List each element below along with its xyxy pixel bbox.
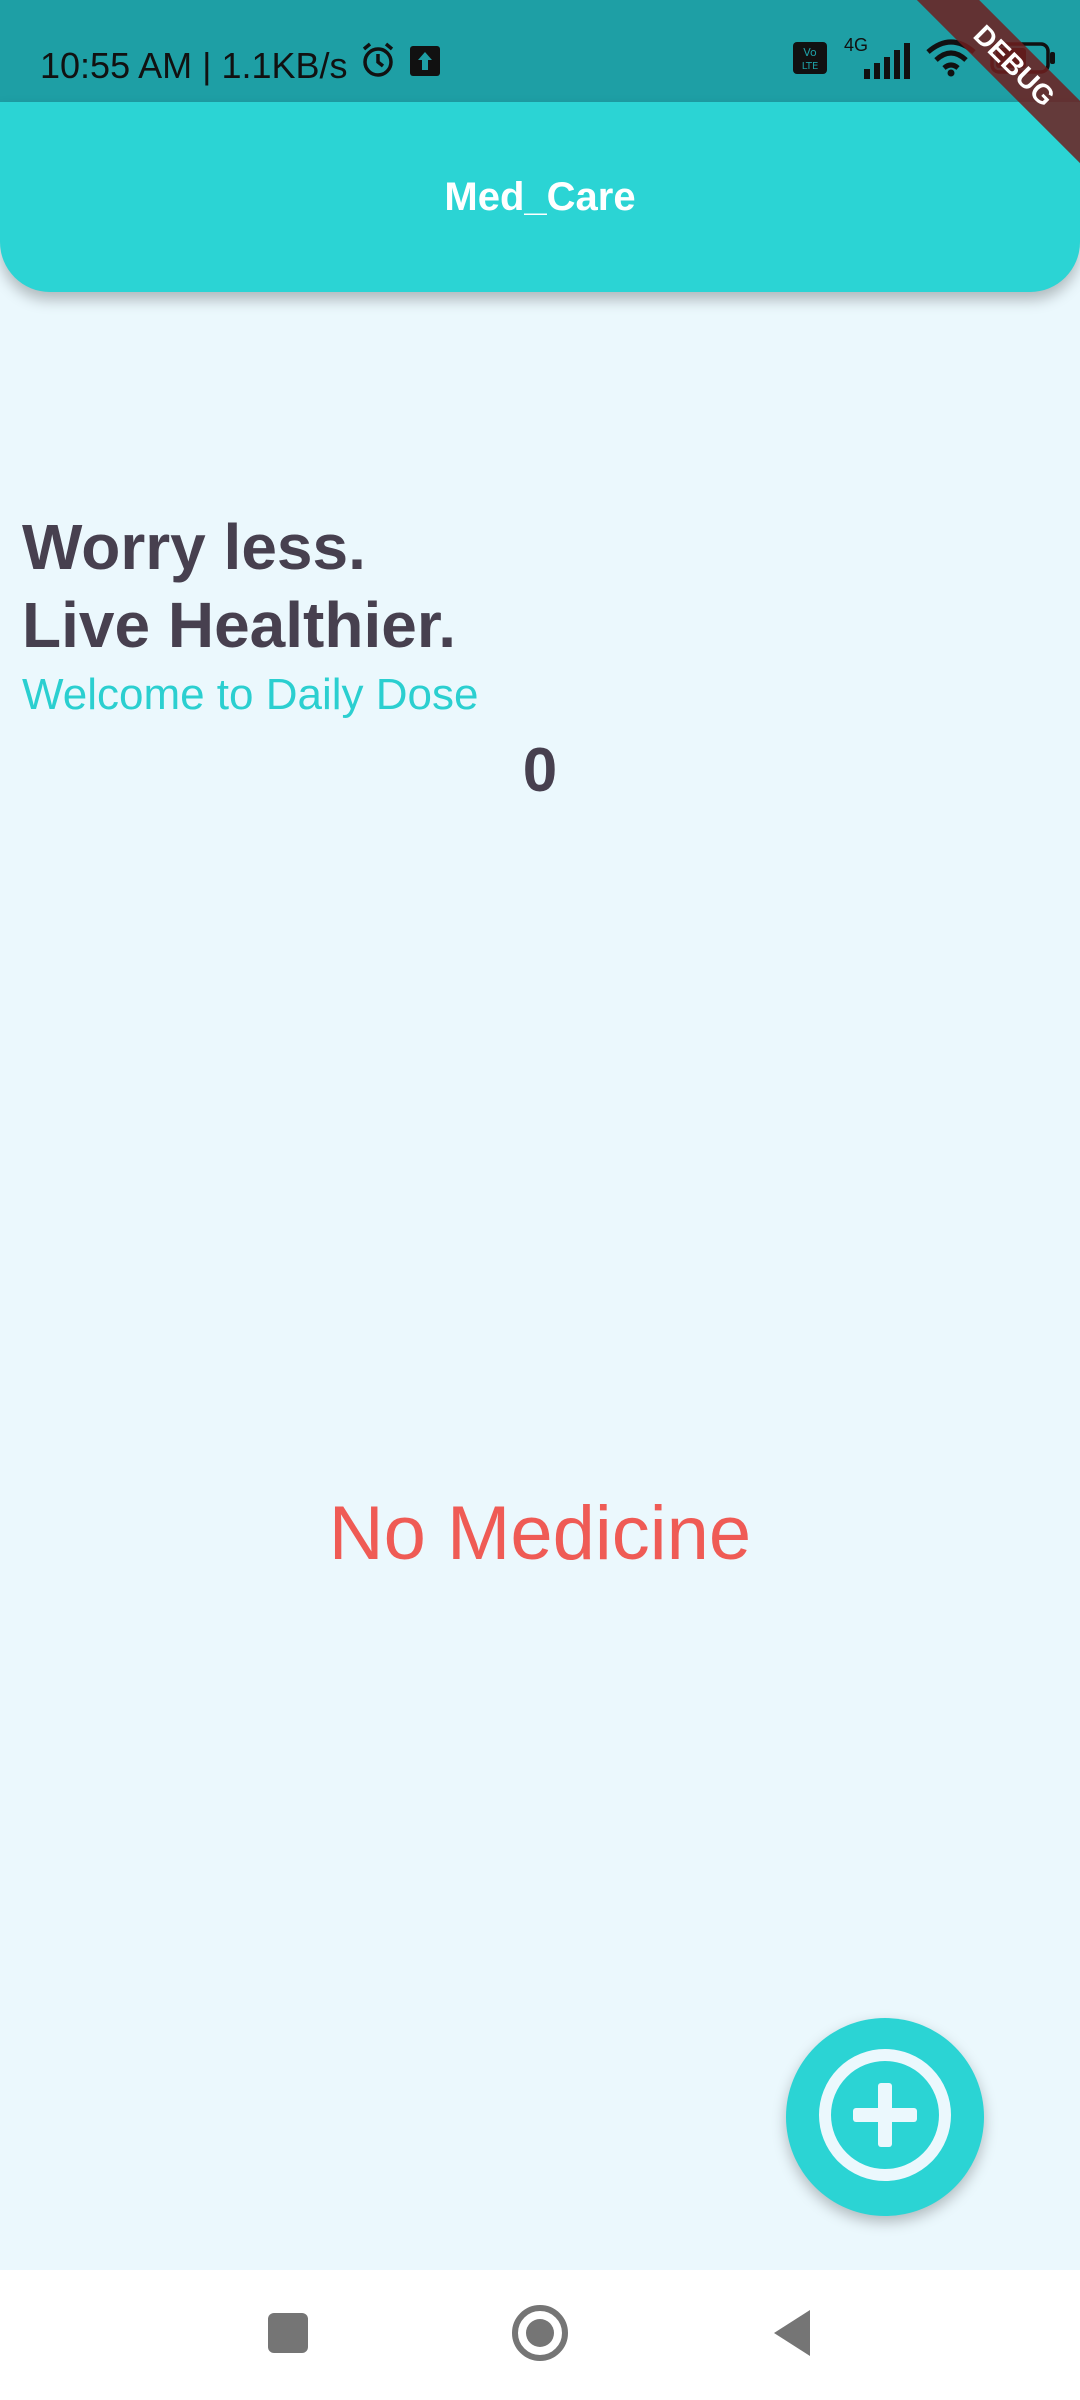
empty-state-message: No Medicine bbox=[328, 1491, 752, 1576]
headline-line-1: Worry less. bbox=[22, 511, 366, 583]
alarm-icon bbox=[358, 40, 398, 92]
svg-text:Vo: Vo bbox=[803, 46, 817, 59]
back-icon bbox=[770, 2308, 814, 2363]
recents-icon bbox=[267, 2312, 309, 2359]
add-medicine-button[interactable] bbox=[786, 2018, 984, 2216]
status-bar: 10:55 AM | 1.1KB/s Vo LTE 4G bbox=[0, 0, 1080, 102]
home-button[interactable] bbox=[510, 2304, 570, 2367]
system-nav-bar bbox=[0, 2270, 1080, 2400]
app-bar: Med_Care bbox=[0, 102, 1080, 292]
wifi-icon bbox=[926, 38, 976, 83]
recents-button[interactable] bbox=[258, 2305, 318, 2365]
headline: Worry less. Live Healthier. bbox=[22, 508, 456, 664]
battery-icon bbox=[990, 41, 1056, 80]
volte-icon: Vo LTE bbox=[792, 41, 828, 80]
app-title: Med_Care bbox=[444, 174, 636, 219]
svg-text:LTE: LTE bbox=[802, 61, 819, 72]
headline-line-2: Live Healthier. bbox=[22, 589, 456, 661]
signal-4g-icon: 4G bbox=[842, 35, 912, 81]
back-button[interactable] bbox=[762, 2305, 822, 2365]
medicine-count: 0 bbox=[522, 736, 558, 805]
home-icon bbox=[511, 2304, 569, 2367]
welcome-text: Welcome to Daily Dose bbox=[22, 670, 479, 719]
add-circle-icon bbox=[815, 2045, 955, 2190]
upload-icon bbox=[408, 42, 442, 90]
status-time-speed: 10:55 AM | 1.1KB/s bbox=[40, 45, 348, 86]
